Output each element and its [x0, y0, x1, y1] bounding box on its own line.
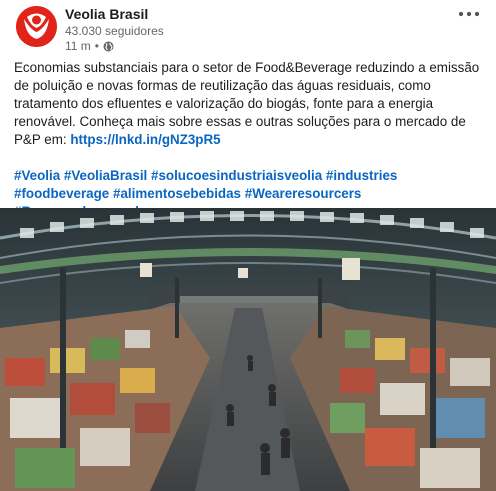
hashtag-veoliabrasil[interactable]: #VeoliaBrasil: [64, 168, 147, 183]
hashtag-veolia[interactable]: #Veolia: [14, 168, 60, 183]
post-link[interactable]: https://lnkd.in/gNZ3pR5: [70, 132, 220, 147]
post-meta: 11 m •: [65, 39, 114, 53]
follower-count: 43.030 seguidores: [65, 24, 164, 38]
post-image[interactable]: [0, 208, 496, 491]
meta-separator: •: [94, 39, 99, 53]
post-body: Economias substanciais para o setor de F…: [14, 59, 484, 221]
veolia-logo[interactable]: [16, 6, 57, 47]
more-horizontal-icon: [458, 11, 480, 17]
market-hall-photo: [0, 208, 496, 491]
globe-icon: [103, 41, 114, 52]
more-options-button[interactable]: [456, 4, 482, 24]
hashtag-solucoesindustriaisveolia[interactable]: #solucoesindustriaisveolia: [151, 168, 322, 183]
post-time: 11 m: [65, 39, 91, 53]
hashtag-alimentosebebidas[interactable]: #alimentosebebidas: [113, 186, 241, 201]
post-header: Veolia Brasil 43.030 seguidores 11 m •: [0, 0, 496, 56]
hashtag-foodbeverage[interactable]: #foodbeverage: [14, 186, 109, 201]
post-paragraph: Economias substanciais para o setor de F…: [14, 59, 484, 149]
hashtag-industries[interactable]: #industries: [326, 168, 397, 183]
author-name[interactable]: Veolia Brasil: [65, 6, 148, 22]
hashtag-weareresourcers[interactable]: #Weareresourcers: [245, 186, 362, 201]
